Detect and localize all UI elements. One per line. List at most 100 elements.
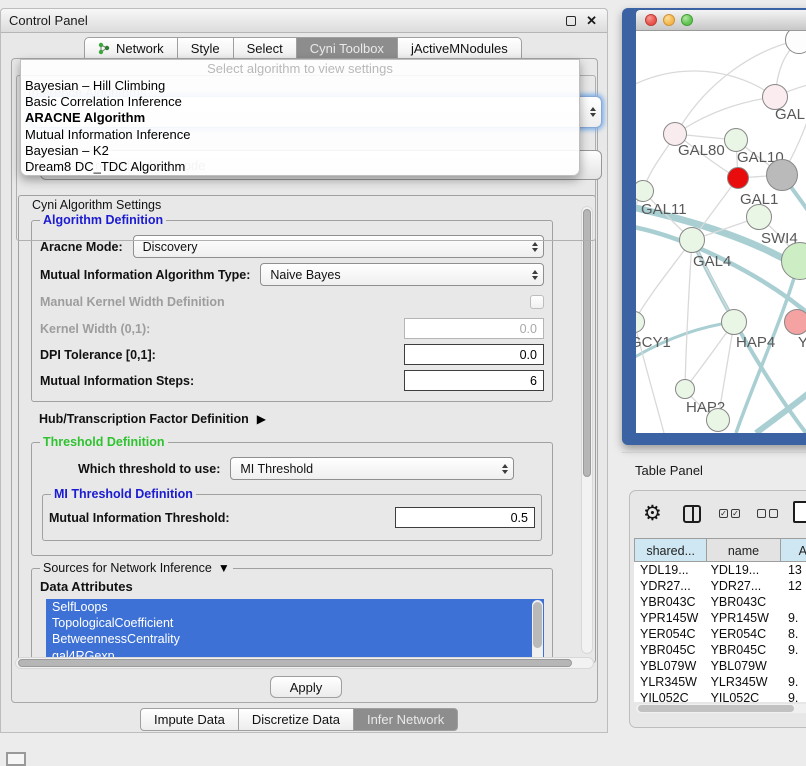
algorithm-option-bayesian-k2[interactable]: Bayesian – K2	[21, 143, 579, 159]
mi-steps-field[interactable]	[404, 370, 544, 391]
tab-select[interactable]: Select	[233, 37, 297, 60]
combo-arrows-icon	[532, 264, 538, 285]
table-row[interactable]: YBL079WYBL079W	[634, 658, 806, 674]
mi-threshold-label: Mutual Information Threshold:	[49, 511, 230, 525]
table-body: YDL19...YDL19...13YDR27...YDR27...12YBR0…	[634, 562, 806, 702]
cell: YBR043C	[707, 594, 780, 610]
table-row[interactable]: YLR345WYLR345W9.	[634, 674, 806, 690]
tab-network[interactable]: Network	[84, 37, 178, 60]
dpi-tolerance-field[interactable]	[404, 344, 544, 365]
network-node-gal1-red[interactable]	[727, 167, 749, 189]
mi-steps-label: Mutual Information Steps:	[40, 374, 194, 388]
close-traffic-light[interactable]	[645, 14, 657, 26]
which-threshold-value: MI Threshold	[240, 462, 313, 476]
mi-threshold-field[interactable]	[395, 507, 535, 528]
minimized-panel-icon[interactable]	[6, 752, 26, 766]
table-row[interactable]: YBR045CYBR045C9.	[634, 642, 806, 658]
tab-jactivemnodules[interactable]: jActiveMNodules	[397, 37, 522, 60]
node-label-gal4: GAL4	[693, 253, 731, 270]
column-header-name[interactable]: name	[706, 538, 780, 562]
collapse-down-icon[interactable]: ▼	[218, 561, 230, 575]
cell: YLR345W	[634, 674, 707, 690]
attribute-item-topologicalcoefficient[interactable]: TopologicalCoefficient	[46, 615, 544, 631]
combo-arrows-icon	[502, 458, 508, 479]
apply-button[interactable]: Apply	[270, 676, 342, 698]
network-node-hap4[interactable]	[721, 309, 747, 335]
deselect-all-columns-icon[interactable]	[757, 509, 778, 518]
network-node-bottom-node[interactable]	[706, 408, 730, 432]
split-columns-icon[interactable]	[683, 505, 701, 523]
hub-definition-label: Hub/Transcription Factor Definition	[39, 412, 249, 426]
tab-discretize-data[interactable]: Discretize Data	[238, 708, 354, 731]
panel-divider	[622, 452, 806, 453]
manual-kernel-width-checkbox[interactable]	[530, 295, 544, 309]
zoom-traffic-light[interactable]	[681, 14, 693, 26]
tab-style[interactable]: Style	[177, 37, 234, 60]
cell: 13	[780, 562, 806, 578]
select-all-columns-icon[interactable]: ✓✓	[719, 509, 740, 518]
control-panel-titlebar: Control Panel ✕	[1, 9, 607, 33]
which-threshold-combobox[interactable]: MI Threshold	[230, 457, 514, 480]
network-node-hap2[interactable]	[675, 379, 695, 399]
column-header-shared[interactable]: shared...	[634, 538, 707, 562]
tab-infer-network[interactable]: Infer Network	[353, 708, 458, 731]
attribute-item-betweennesscentrality[interactable]: BetweennessCentrality	[46, 631, 544, 647]
mi-threshold-group: MI Threshold Definition Mutual Informati…	[42, 494, 542, 541]
table-row[interactable]: YER054CYER054C8.	[634, 626, 806, 642]
tab-cyni-toolbox[interactable]: Cyni Toolbox	[296, 37, 398, 60]
network-node-gal4[interactable]	[679, 227, 705, 253]
control-panel-tab-bar: Network Style Select Cyni Toolbox jActiveMNo…	[85, 37, 522, 60]
hub-definition-expander[interactable]: Hub/Transcription Factor Definition ▶	[39, 412, 579, 426]
settings-vertical-scrollbar[interactable]	[581, 206, 593, 654]
table-row[interactable]: YBR043CYBR043C	[634, 594, 806, 610]
control-panel-body: Inference Algorithms gal-filtered.sif de…	[11, 58, 598, 703]
cell: YIL052C	[707, 690, 780, 702]
gear-icon[interactable]: ⚙	[643, 503, 662, 525]
algorithm-option-bayesian-hill-climbing[interactable]: Bayesian – Hill Climbing	[21, 78, 579, 94]
attribute-item-selfloops[interactable]: SelfLoops	[46, 599, 544, 615]
table-row[interactable]: YDR27...YDR27...12	[634, 578, 806, 594]
cell: 9.	[780, 610, 806, 626]
threshold-definition-group: Threshold Definition Which threshold to …	[31, 442, 553, 556]
network-window-titlebar	[636, 10, 806, 31]
node-label-gcy1: GCY1	[636, 334, 671, 351]
minimize-traffic-light[interactable]	[663, 14, 675, 26]
algorithm-option-aracne-algorithm[interactable]: ARACNE Algorithm	[21, 110, 579, 126]
sources-title-text: Sources for Network Inference	[43, 561, 212, 575]
algorithm-option-basic-correlation-inference[interactable]: Basic Correlation Inference	[21, 94, 579, 110]
attributes-scrollbar[interactable]	[532, 600, 543, 663]
table-row[interactable]: YDL19...YDL19...13	[634, 562, 806, 578]
new-table-icon[interactable]	[793, 501, 806, 523]
network-node-swi4-node[interactable]	[746, 204, 772, 230]
close-icon[interactable]: ✕	[586, 16, 597, 26]
node-label-gal11: GAL11	[641, 201, 687, 218]
node-label-gal: GAL	[775, 106, 805, 123]
table-panel: ⚙ ✓✓ shared...nameA YDL19...YDL19...13YD…	[629, 490, 806, 728]
network-node-gray-node[interactable]	[766, 159, 798, 191]
control-panel-window: Control Panel ✕ Network Style Select Cyni T…	[0, 8, 608, 733]
tab-label: Cyni Toolbox	[310, 41, 384, 56]
cyni-algorithm-settings-group: Cyni Algorithm Settings Algorithm Defini…	[18, 195, 596, 663]
network-canvas[interactable]: GALGAL80GAL10GAL1GAL11SWI4GAL4GCY1HAP4YH…	[636, 31, 806, 433]
data-attributes-list: SelfLoopsTopologicalCoefficientBetweenne…	[46, 599, 544, 663]
algorithm-option-mutual-information-inference[interactable]: Mutual Information Inference	[21, 127, 579, 143]
table-row[interactable]: YIL052CYIL052C9.	[634, 690, 806, 702]
settings-horizontal-scrollbar[interactable]	[15, 657, 594, 669]
tab-impute-data[interactable]: Impute Data	[140, 708, 239, 731]
column-header-a[interactable]: A	[780, 538, 806, 562]
algorithm-definition-group: Algorithm Definition Aracne Mode: Discov…	[31, 220, 553, 402]
table-row[interactable]: YPR145WYPR145W9.	[634, 610, 806, 626]
network-node-salmon[interactable]	[784, 309, 806, 335]
algorithm-option-dream8-dc-tdc-algorithm[interactable]: Dream8 DC_TDC Algorithm	[21, 159, 579, 175]
cell: YBR045C	[707, 642, 780, 658]
table-horizontal-scrollbar[interactable]	[636, 704, 806, 713]
network-view-window: GALGAL80GAL10GAL1GAL11SWI4GAL4GCY1HAP4YH…	[622, 8, 806, 445]
mi-algorithm-type-combobox[interactable]: Naive Bayes	[260, 263, 544, 286]
tab-label: Style	[191, 41, 220, 56]
cell: 8.	[780, 626, 806, 642]
kernel-width-field[interactable]	[404, 318, 544, 339]
cell: 12	[780, 578, 806, 594]
table-header-row: shared...nameA	[634, 538, 806, 562]
float-window-icon[interactable]	[566, 16, 576, 26]
sources-group: Sources for Network Inference ▼ Data Att…	[31, 568, 553, 663]
